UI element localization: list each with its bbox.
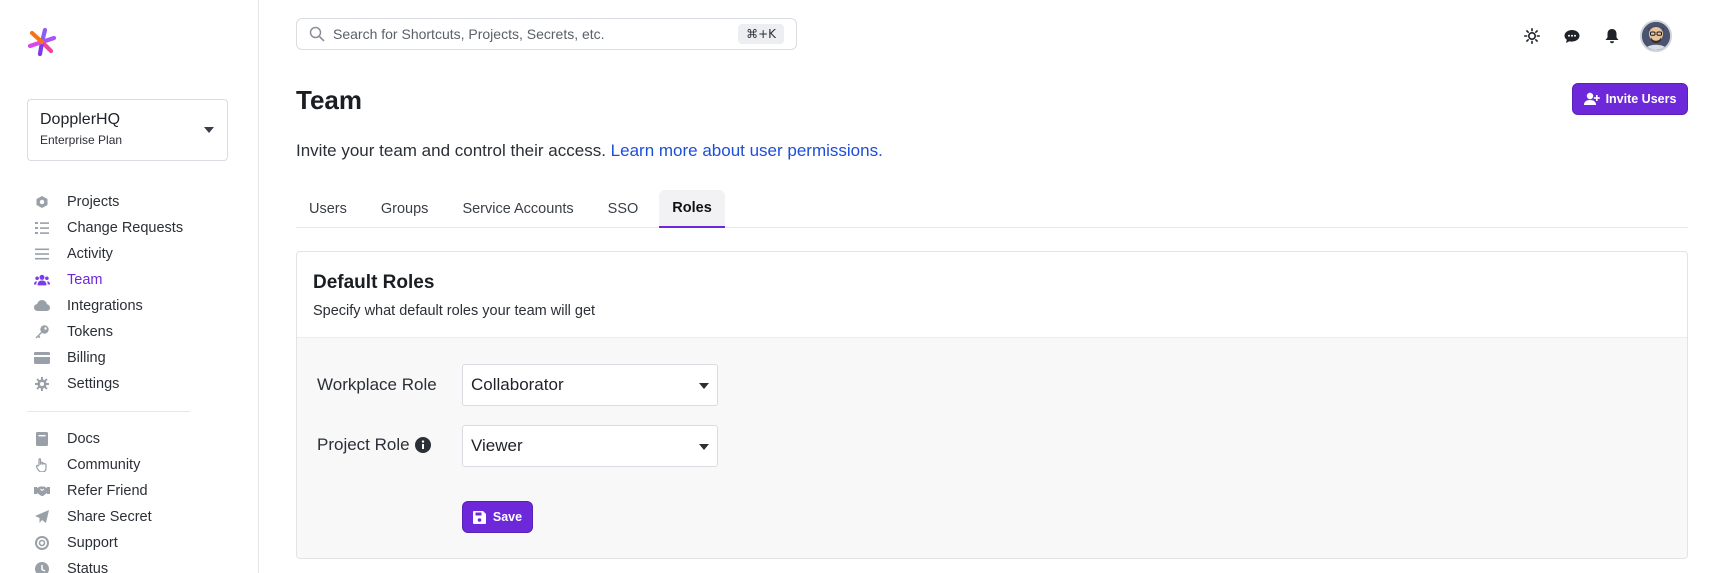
credit-card-icon	[34, 350, 50, 366]
caret-down-icon	[699, 383, 709, 389]
doppler-logo[interactable]	[26, 26, 58, 58]
card-title: Default Roles	[313, 272, 435, 293]
tab-groups[interactable]: Groups	[368, 190, 442, 227]
sidebar-item-billing[interactable]: Billing	[34, 345, 234, 371]
secondary-nav: Docs Community Refer Friend Share Secret…	[34, 426, 234, 573]
org-name: DopplerHQ	[40, 111, 121, 128]
tab-roles[interactable]: Roles	[659, 190, 725, 228]
tab-users[interactable]: Users	[296, 190, 360, 227]
user-plus-icon	[1583, 92, 1600, 106]
project-role-label-text: Project Role	[317, 435, 410, 454]
sidebar-item-label: Refer Friend	[67, 483, 148, 499]
sidebar-item-change-requests[interactable]: Change Requests	[34, 215, 234, 241]
sidebar-item-label: Projects	[67, 194, 120, 210]
gear-icon	[34, 376, 50, 392]
sidebar-item-label: Community	[67, 457, 141, 473]
workplace-role-value: Collaborator	[471, 375, 564, 394]
hand-icon	[34, 457, 50, 473]
checklist-icon	[34, 220, 50, 236]
clock-icon	[34, 561, 50, 573]
workplace-role-label: Workplace Role	[317, 375, 437, 395]
sidebar-item-status[interactable]: Status	[34, 556, 234, 573]
sidebar-item-label: Support	[67, 535, 118, 551]
invite-users-label: Invite Users	[1605, 92, 1677, 106]
sidebar-item-integrations[interactable]: Integrations	[34, 293, 234, 319]
card-body: Workplace Role Collaborator Project Role…	[297, 338, 1687, 558]
theme-toggle-sun-icon[interactable]	[1522, 26, 1542, 46]
workplace-role-select[interactable]: Collaborator	[462, 364, 718, 406]
card-description: Specify what default roles your team wil…	[313, 303, 596, 319]
cloud-icon	[34, 298, 50, 314]
bell-icon[interactable]	[1602, 26, 1622, 46]
sidebar-item-support[interactable]: Support	[34, 530, 234, 556]
page-subtitle: Invite your team and control their acces…	[296, 141, 883, 161]
floppy-disk-icon	[472, 510, 486, 524]
project-role-select[interactable]: Viewer	[462, 425, 718, 467]
sidebar-item-label: Share Secret	[67, 509, 152, 525]
search-bar[interactable]: ⌘+K	[296, 18, 797, 50]
sidebar-item-label: Status	[67, 561, 109, 573]
org-plan: Enterprise Plan	[40, 133, 123, 147]
page-title: Team	[296, 85, 362, 115]
primary-nav: Projects Change Requests Activity Team I…	[34, 189, 234, 397]
sidebar-item-label: Integrations	[67, 298, 143, 314]
workplace-role-label-text: Workplace Role	[317, 375, 437, 394]
sidebar-item-community[interactable]: Community	[34, 452, 234, 478]
lifebuoy-icon	[34, 535, 50, 551]
card-header: Default Roles Specify what default roles…	[297, 252, 1687, 338]
avatar[interactable]	[1640, 20, 1672, 52]
caret-down-icon	[204, 127, 214, 133]
book-icon	[34, 431, 50, 447]
caret-down-icon	[699, 444, 709, 450]
info-icon[interactable]	[414, 437, 431, 453]
project-role-label: Project Role	[317, 435, 431, 455]
project-role-value: Viewer	[471, 436, 523, 455]
sidebar-item-label: Docs	[67, 431, 101, 447]
search-input[interactable]	[333, 26, 796, 42]
tab-service-accounts[interactable]: Service Accounts	[449, 190, 586, 227]
handshake-icon	[34, 483, 50, 499]
sidebar-item-refer-friend[interactable]: Refer Friend	[34, 478, 234, 504]
org-selector[interactable]: DopplerHQ Enterprise Plan	[27, 99, 228, 161]
key-icon	[34, 324, 50, 340]
sidebar: DopplerHQ Enterprise Plan Projects Chang…	[0, 0, 259, 573]
sidebar-divider	[27, 411, 190, 412]
team-tabs: Users Groups Service Accounts SSO Roles	[296, 190, 1688, 228]
sidebar-item-label: Settings	[67, 376, 120, 392]
sidebar-item-docs[interactable]: Docs	[34, 426, 234, 452]
hexagon-icon	[34, 194, 50, 210]
search-icon	[309, 26, 325, 42]
sidebar-item-tokens[interactable]: Tokens	[34, 319, 234, 345]
sidebar-item-label: Billing	[67, 350, 106, 366]
shortcut-hint: ⌘+K	[738, 24, 784, 44]
default-roles-card: Default Roles Specify what default roles…	[296, 251, 1688, 559]
save-button[interactable]: Save	[462, 501, 533, 533]
sidebar-item-projects[interactable]: Projects	[34, 189, 234, 215]
invite-users-button[interactable]: Invite Users	[1572, 83, 1688, 115]
save-label: Save	[492, 510, 523, 524]
paper-plane-icon	[34, 509, 50, 525]
subtitle-text: Invite your team and control their acces…	[296, 141, 606, 160]
top-actions	[1522, 20, 1672, 52]
sidebar-item-label: Change Requests	[67, 220, 184, 236]
lines-icon	[34, 246, 50, 262]
sidebar-item-activity[interactable]: Activity	[34, 241, 234, 267]
chat-icon[interactable]	[1562, 26, 1582, 46]
sidebar-item-label: Team	[67, 272, 103, 288]
sidebar-item-label: Activity	[67, 246, 113, 262]
sidebar-item-share-secret[interactable]: Share Secret	[34, 504, 234, 530]
sidebar-item-team[interactable]: Team	[34, 267, 234, 293]
users-icon	[34, 272, 50, 288]
sidebar-item-settings[interactable]: Settings	[34, 371, 234, 397]
tab-sso[interactable]: SSO	[595, 190, 652, 227]
learn-more-link[interactable]: Learn more about user permissions.	[611, 141, 883, 160]
sidebar-item-label: Tokens	[67, 324, 113, 340]
